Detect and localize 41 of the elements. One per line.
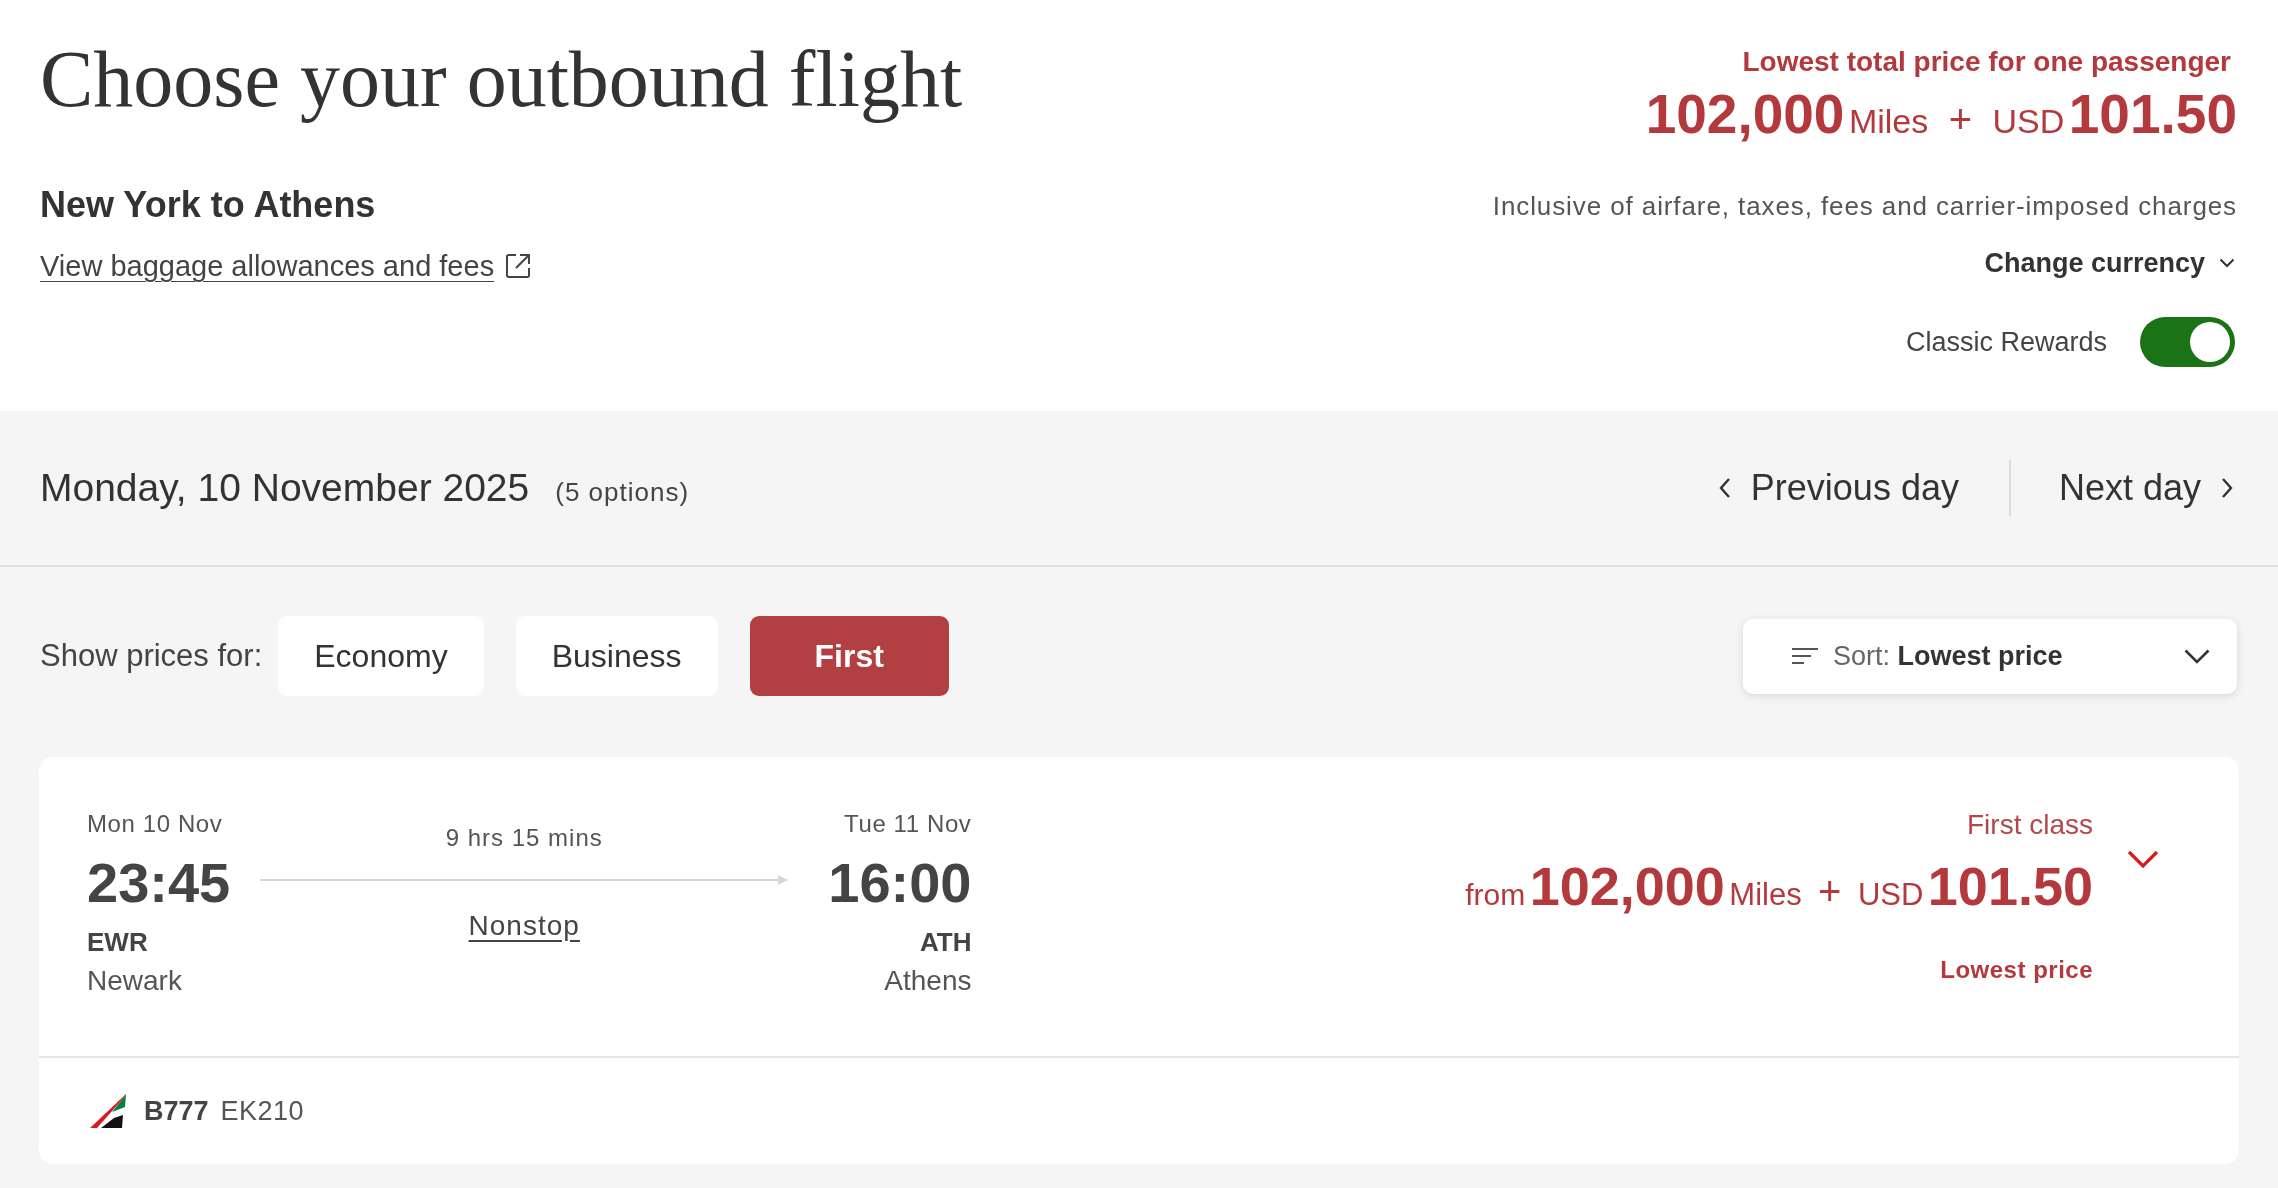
lowest-price-tag: Lowest price [1940, 955, 2093, 985]
toggle-switch[interactable] [2140, 317, 2235, 367]
price-summary-label: Lowest total price for one passenger [1742, 45, 2232, 79]
departure-date: Mon 10 Nov [87, 809, 223, 839]
date-heading: Monday, 10 November 2025 [40, 465, 530, 511]
chevron-down-icon[interactable] [2127, 850, 2159, 870]
flight-duration: 9 hrs 15 mins [445, 823, 603, 853]
aircraft-type: B777 [144, 1095, 209, 1127]
cabin-class-label: First class [1967, 808, 2093, 842]
next-day-button[interactable]: Next day [2058, 466, 2233, 510]
stops-link[interactable]: Nonstop [468, 909, 580, 943]
cabin-button[interactable]: Business [515, 616, 718, 696]
fare-price: from 102,000 Miles + USD 101.50 [1465, 855, 2093, 918]
cabin-button[interactable]: Economy [278, 616, 484, 696]
sort-dropdown[interactable]: Sort: Lowest price [1743, 618, 2237, 694]
baggage-link[interactable]: View baggage allowances and fees [40, 249, 533, 283]
flight-number: EK210 [220, 1095, 305, 1127]
route-title: New York to Athens [40, 183, 376, 227]
classic-rewards-label: Classic Rewards [1905, 326, 2107, 359]
departure-time: 23:45 [87, 850, 231, 916]
arrival-date: Tue 11 Nov [844, 809, 972, 839]
previous-day-button[interactable]: Previous day [1718, 466, 1959, 510]
arrival-time: 16:00 [828, 850, 972, 916]
sort-icon [1791, 646, 1819, 666]
page-title: Choose your outbound flight [40, 36, 963, 122]
price-note: Inclusive of airfare, taxes, fees and carrier-imposed charges [1492, 190, 2237, 222]
departure-city: Newark [87, 964, 182, 998]
chevron-left-icon [1718, 477, 1731, 499]
external-link-icon [504, 252, 533, 280]
chevron-down-icon [2219, 258, 2235, 268]
change-currency-button[interactable]: Change currency [1984, 246, 2237, 280]
tail-logo-icon [90, 1094, 126, 1128]
cabin-button[interactable]: First [749, 616, 949, 696]
chevron-right-icon [2221, 477, 2233, 499]
total-price: 102,000 Miles + USD 101.50 [1645, 82, 2237, 147]
departure-code: EWR [87, 926, 148, 959]
filter-label: Show prices for: [40, 638, 263, 674]
arrival-city: Athens [884, 964, 972, 998]
options-count: (5 options) [555, 477, 690, 508]
chevron-down-icon [2184, 648, 2210, 664]
arrival-code: ATH [919, 926, 972, 959]
